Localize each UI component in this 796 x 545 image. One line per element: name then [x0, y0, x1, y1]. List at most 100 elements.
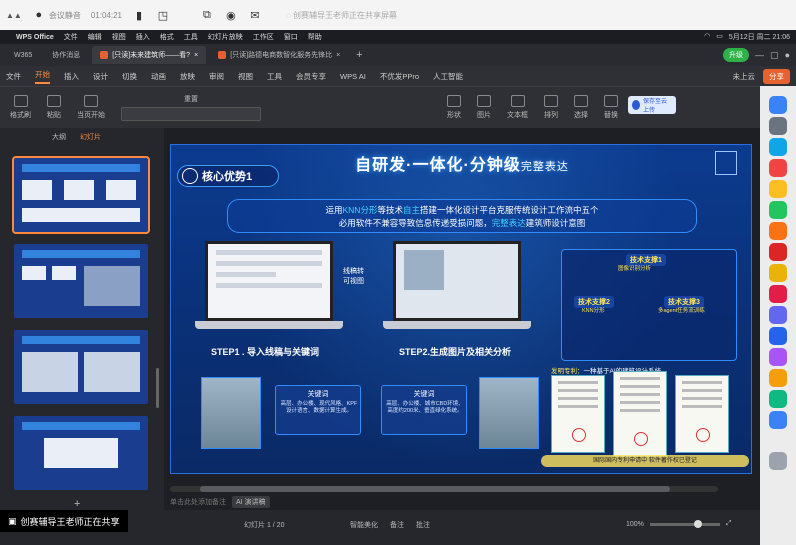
- chat-icon[interactable]: ✉: [248, 8, 262, 22]
- close-icon[interactable]: ×: [194, 52, 198, 59]
- menu-transition[interactable]: 切换: [122, 71, 137, 82]
- paste-button[interactable]: 粘贴: [47, 95, 61, 120]
- window-icon[interactable]: ◳: [156, 8, 170, 22]
- reset-button[interactable]: 重置: [121, 94, 261, 121]
- replace-button[interactable]: 替换: [604, 95, 618, 120]
- menu-review[interactable]: 审阅: [209, 71, 224, 82]
- mac-menu-file[interactable]: 文件: [64, 32, 78, 42]
- tab-outline[interactable]: 大纲: [52, 132, 66, 142]
- zoom-value[interactable]: 100%: [626, 521, 644, 528]
- menu-tools[interactable]: 工具: [267, 71, 282, 82]
- mac-menu-view[interactable]: 视图: [112, 32, 126, 42]
- safari-icon[interactable]: [769, 138, 787, 156]
- menu-animation[interactable]: 动画: [151, 71, 166, 82]
- menu-ai[interactable]: 人工智能: [433, 71, 463, 82]
- mac-menu-workspace[interactable]: 工作区: [253, 32, 274, 42]
- select-button[interactable]: 选择: [574, 95, 588, 120]
- finder-icon[interactable]: [769, 96, 787, 114]
- comments-button[interactable]: 批注: [416, 520, 430, 530]
- participants-icon[interactable]: ◉: [224, 8, 238, 22]
- beautify-button[interactable]: 智能美化: [350, 520, 378, 530]
- menu-insert[interactable]: 插入: [64, 71, 79, 82]
- upgrade-button[interactable]: 升级: [723, 48, 750, 62]
- app-icon[interactable]: [769, 348, 787, 366]
- tab-messages[interactable]: 协作消息: [44, 46, 88, 64]
- menu-file[interactable]: 文件: [6, 71, 21, 82]
- font-selector[interactable]: [121, 107, 261, 121]
- slide-thumbnail[interactable]: [14, 330, 148, 404]
- app-icon[interactable]: [769, 327, 787, 345]
- zoom-slider[interactable]: [649, 519, 720, 528]
- mac-menu-format[interactable]: 格式: [160, 32, 174, 42]
- document-tabbar: W365 协作消息 [只读]未来建筑师——看? × [只读]路德电商数智化服务先锋…: [0, 44, 796, 66]
- menu-pro[interactable]: 不优发PPro: [380, 71, 419, 82]
- menu-wps-ai[interactable]: WPS AI: [340, 72, 366, 81]
- share-button[interactable]: 分享: [763, 68, 790, 84]
- slide-thumbnail[interactable]: [14, 244, 148, 318]
- app-icon[interactable]: [769, 285, 787, 303]
- app-icon[interactable]: [769, 390, 787, 408]
- battery-icon[interactable]: ▭: [716, 32, 723, 42]
- clock[interactable]: 5月12日 周二 21:06: [729, 32, 790, 42]
- slide-thumbnail[interactable]: [14, 416, 148, 490]
- menu-home[interactable]: 开始: [35, 69, 50, 84]
- notes-button[interactable]: 备注: [390, 520, 404, 530]
- format-painter-button[interactable]: 格式刷: [10, 95, 31, 120]
- play-current-button[interactable]: 当页开始: [77, 95, 105, 120]
- avatar[interactable]: ●: [785, 50, 790, 60]
- current-slide[interactable]: 核心优势1 自研发·一体化·分钟级完整表达 运用KNN分形等技术自主搭建一体化设…: [170, 144, 752, 474]
- mac-menu-insert[interactable]: 插入: [136, 32, 150, 42]
- menu-member[interactable]: 会员专享: [296, 71, 326, 82]
- ai-speech-button[interactable]: AI 演讲稿: [232, 496, 270, 508]
- mute-button[interactable]: ● 会议静音: [32, 8, 81, 22]
- cloud-upload-popup[interactable]: 保存至云上传: [628, 96, 676, 114]
- trash-icon[interactable]: [769, 452, 787, 470]
- picture-button[interactable]: 图片: [477, 95, 491, 120]
- new-tab-button[interactable]: +: [356, 49, 362, 61]
- menu-slideshow[interactable]: 放映: [180, 71, 195, 82]
- messages-icon[interactable]: [769, 201, 787, 219]
- share-screen-icon[interactable]: ⧉: [200, 8, 214, 22]
- notes-app-icon[interactable]: [769, 180, 787, 198]
- app-icon[interactable]: [769, 243, 787, 261]
- step1-label: STEP1 . 导入线稿与关键词: [211, 347, 320, 357]
- app-icon[interactable]: [769, 306, 787, 324]
- notes-area[interactable]: 单击此处添加备注 AI 演讲稿: [170, 496, 270, 508]
- minimize-icon[interactable]: —: [755, 50, 764, 60]
- restore-icon[interactable]: ▢: [770, 50, 779, 61]
- sharing-icon: ◌: [285, 10, 291, 20]
- close-icon[interactable]: ×: [336, 52, 340, 59]
- add-slide-button[interactable]: +: [74, 498, 80, 510]
- menu-view[interactable]: 视图: [238, 71, 253, 82]
- app-icon[interactable]: [769, 411, 787, 429]
- mac-menu-help[interactable]: 帮助: [308, 32, 322, 42]
- zoom-knob[interactable]: [693, 519, 702, 528]
- wifi-icon[interactable]: ◠: [704, 32, 710, 42]
- app-icon[interactable]: [769, 369, 787, 387]
- tab-doc-architect[interactable]: [只读]未来建筑师——看? ×: [92, 46, 207, 64]
- thumb-title: [22, 164, 140, 172]
- tab-doc-ecommerce[interactable]: [只读]路德电商数智化服务先锋比 ×: [210, 46, 348, 64]
- scrollbar-thumb[interactable]: [200, 486, 670, 492]
- thumbnail-scrollbar[interactable]: [156, 368, 159, 408]
- slide-thumbnail[interactable]: [12, 156, 150, 234]
- arrange-button[interactable]: 排列: [544, 95, 558, 120]
- textbox-button[interactable]: 文本框: [507, 95, 528, 120]
- cloud-status[interactable]: 未上云: [733, 71, 756, 82]
- app-name[interactable]: WPS Office: [16, 34, 54, 41]
- fit-icon[interactable]: ⤢: [726, 520, 732, 528]
- mac-menu-tools[interactable]: 工具: [184, 32, 198, 42]
- mac-menu-slideshow[interactable]: 幻灯片放映: [208, 32, 243, 42]
- wps-icon[interactable]: [769, 222, 787, 240]
- tab-slides[interactable]: 幻灯片: [80, 132, 101, 142]
- settings-icon[interactable]: [769, 117, 787, 135]
- calendar-icon[interactable]: [769, 159, 787, 177]
- shape-button[interactable]: 形状: [447, 95, 461, 120]
- menu-design[interactable]: 设计: [93, 71, 108, 82]
- chrome-icon[interactable]: [769, 264, 787, 282]
- mac-menu-edit[interactable]: 编辑: [88, 32, 102, 42]
- tab-w365[interactable]: W365: [6, 46, 40, 64]
- mac-menu-window[interactable]: 窗口: [284, 32, 298, 42]
- signal-icon[interactable]: ▮: [132, 8, 146, 22]
- horizontal-scrollbar[interactable]: [170, 486, 718, 492]
